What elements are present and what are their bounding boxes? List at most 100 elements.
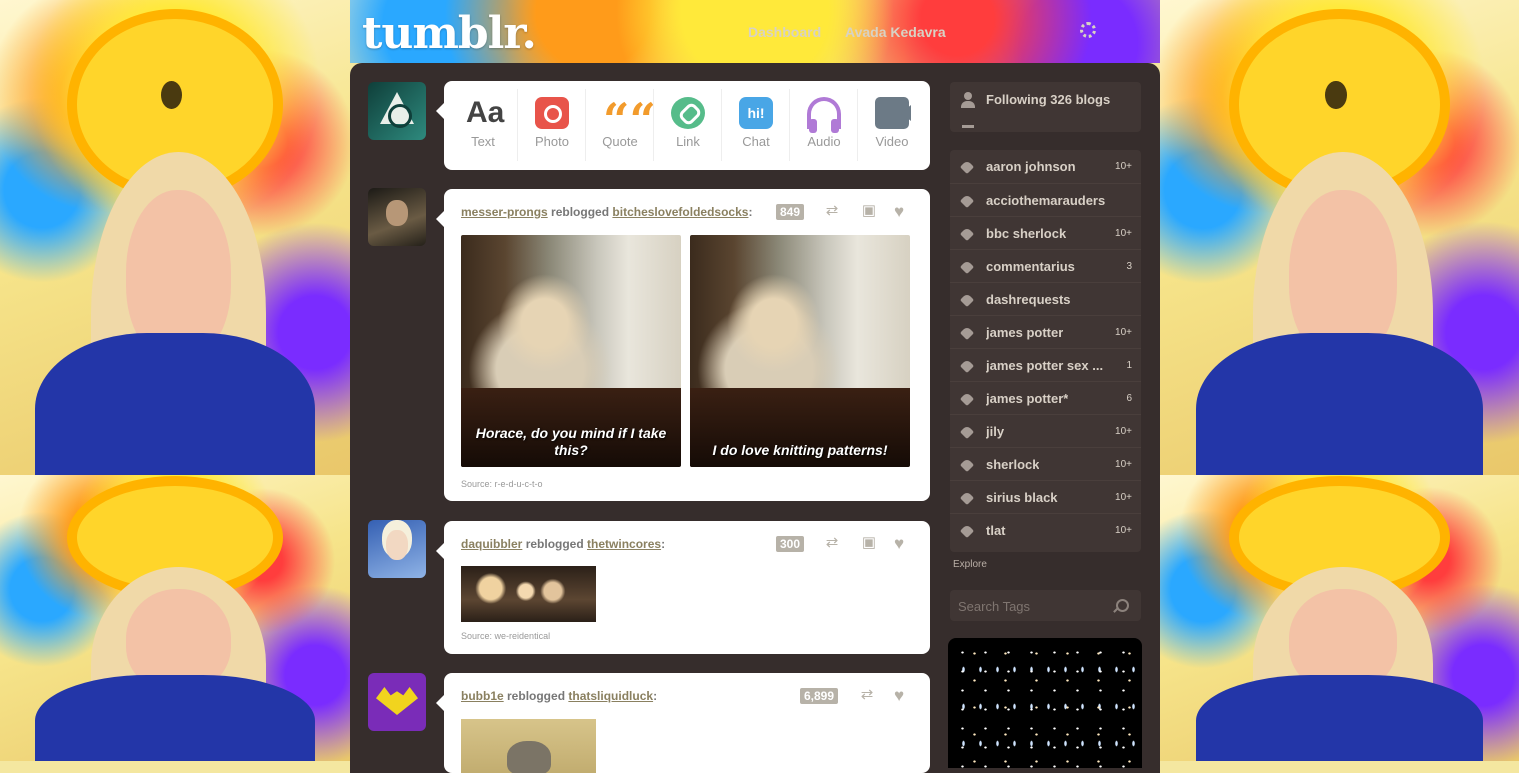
gear-icon[interactable] <box>1080 22 1096 38</box>
tracked-tag-item[interactable]: sherlock 10+ <box>950 447 1141 481</box>
tracked-tags-list: aaron johnson 10+ acciothemarauders bbc s… <box>950 150 1141 552</box>
tumblr-logo[interactable]: tumblr. <box>362 8 537 59</box>
reblog-icon[interactable]: ⇄ <box>823 203 841 218</box>
nav-blog[interactable]: Avada Kedavra <box>845 24 946 40</box>
search-tags-input[interactable] <box>956 596 1110 616</box>
new-photo-button[interactable]: Photo <box>517 89 586 161</box>
reblog-source-link[interactable]: bitcheslovefoldedsocks <box>612 205 748 219</box>
avatar[interactable] <box>368 673 426 731</box>
tag-icon <box>959 226 975 242</box>
notes-count[interactable]: 849 <box>776 204 805 220</box>
new-text-button[interactable]: Aa Text <box>449 89 517 161</box>
reblog-source-link[interactable]: thetwincores <box>587 537 661 551</box>
post-author-link[interactable]: daquibbler <box>461 537 522 551</box>
tracked-tag-item[interactable]: tlat 10+ <box>950 513 1141 547</box>
tag-count: 10+ <box>1115 426 1132 437</box>
post-card: messer-prongs reblogged bitcheslovefolde… <box>436 189 930 501</box>
new-audio-button[interactable]: Audio <box>789 89 858 161</box>
post-image[interactable] <box>461 566 596 622</box>
tag-label: sirius black <box>986 490 1058 505</box>
tag-icon <box>959 193 975 209</box>
composer-label: Audio <box>807 134 841 149</box>
tracked-tag-item[interactable]: aaron johnson 10+ <box>950 150 1141 183</box>
following-box[interactable]: Following 326 blogs <box>950 82 1141 132</box>
tracked-tag-item[interactable]: acciothemarauders <box>950 183 1141 217</box>
new-chat-button[interactable]: hi! Chat <box>721 89 790 161</box>
photo-save-icon[interactable]: ▣ <box>860 535 878 550</box>
tag-icon <box>959 490 975 506</box>
source-label: Source: <box>461 479 493 489</box>
tag-label: acciothemarauders <box>986 193 1106 208</box>
post-image[interactable]: I do love knitting patterns! <box>690 235 910 467</box>
avatar[interactable] <box>368 188 426 246</box>
source-link[interactable]: r-e-d-u-c-t-o <box>495 479 543 489</box>
source-label: Source: <box>461 631 493 641</box>
chat-icon: hi! <box>739 97 773 129</box>
nav-dashboard[interactable]: Dashboard <box>748 24 821 40</box>
background-tile <box>0 0 350 475</box>
video-icon <box>875 97 911 129</box>
composer-label: Photo <box>535 134 569 149</box>
post-card: daquibbler reblogged thetwincores: 300 ⇄… <box>436 521 930 654</box>
reblog-icon[interactable]: ⇄ <box>858 687 876 702</box>
tracked-tag-item[interactable]: james potter 10+ <box>950 315 1141 349</box>
like-heart-icon[interactable]: ♥ <box>894 534 904 554</box>
tag-label: james potter <box>986 325 1064 340</box>
post-image[interactable]: Horace, do you mind if I take this? <box>461 235 681 467</box>
tag-label: jily <box>986 424 1005 439</box>
tracked-tag-item[interactable]: james potter* 6 <box>950 381 1141 415</box>
tag-label: james potter* <box>986 391 1069 406</box>
new-video-button[interactable]: Video <box>857 89 926 161</box>
own-avatar[interactable] <box>368 82 426 140</box>
tracked-tag-item[interactable]: dashrequests <box>950 282 1141 316</box>
tag-icon <box>959 424 975 440</box>
audio-icon <box>807 97 841 133</box>
background-tile <box>0 475 350 761</box>
notes-count[interactable]: 6,899 <box>800 688 839 704</box>
avatar[interactable] <box>368 520 426 578</box>
like-heart-icon[interactable]: ♥ <box>894 686 904 706</box>
tag-label: bbc sherlock <box>986 226 1067 241</box>
tag-count: 10+ <box>1115 161 1132 172</box>
background-tile <box>1160 475 1519 761</box>
tracked-tag-item[interactable]: bbc sherlock 10+ <box>950 216 1141 250</box>
post-header: bubb1e reblogged thatsliquidluck: <box>461 689 658 703</box>
tracked-tag-item[interactable]: commentarius 3 <box>950 249 1141 283</box>
new-link-button[interactable]: Link <box>653 89 722 161</box>
post-source: Source: we-reidentical <box>461 631 550 641</box>
tag-count: 1 <box>1126 360 1132 371</box>
post-image[interactable] <box>461 719 596 773</box>
post-action: reblogged <box>551 205 610 219</box>
post-card: bubb1e reblogged thatsliquidluck: 6,899 … <box>436 673 930 773</box>
tag-label: sherlock <box>986 457 1040 472</box>
divider <box>962 125 974 128</box>
like-heart-icon[interactable]: ♥ <box>894 202 904 222</box>
tag-label: james potter sex ... <box>986 358 1104 373</box>
search-icon[interactable] <box>1116 599 1129 612</box>
post-author-link[interactable]: messer-prongs <box>461 205 548 219</box>
composer-label: Link <box>676 134 700 149</box>
tracked-tag-item[interactable]: sirius black 10+ <box>950 480 1141 514</box>
text-icon: Aa <box>466 96 505 129</box>
tag-icon <box>959 391 975 407</box>
photo-save-icon[interactable]: ▣ <box>860 203 878 218</box>
search-tags-box <box>950 590 1141 621</box>
explore-link[interactable]: Explore <box>953 559 987 570</box>
post-header: daquibbler reblogged thetwincores: <box>461 537 666 551</box>
following-count: Following 326 blogs <box>986 92 1111 107</box>
quote-icon: ““ <box>603 93 656 147</box>
tag-icon <box>959 259 975 275</box>
notes-count[interactable]: 300 <box>776 536 805 552</box>
tag-label: dashrequests <box>986 292 1071 307</box>
tag-count: 10+ <box>1115 525 1132 536</box>
tracked-tag-item[interactable]: james potter sex ... 1 <box>950 348 1141 382</box>
reblog-source-link[interactable]: thatsliquidluck <box>568 689 653 703</box>
composer-label: Quote <box>602 134 638 149</box>
new-quote-button[interactable]: ““ Quote <box>585 89 656 161</box>
tag-icon <box>959 358 975 374</box>
image-caption: I do love knitting patterns! <box>712 442 888 458</box>
reblog-icon[interactable]: ⇄ <box>823 535 841 550</box>
post-author-link[interactable]: bubb1e <box>461 689 504 703</box>
tracked-tag-item[interactable]: jily 10+ <box>950 414 1141 448</box>
source-link[interactable]: we-reidentical <box>495 631 551 641</box>
